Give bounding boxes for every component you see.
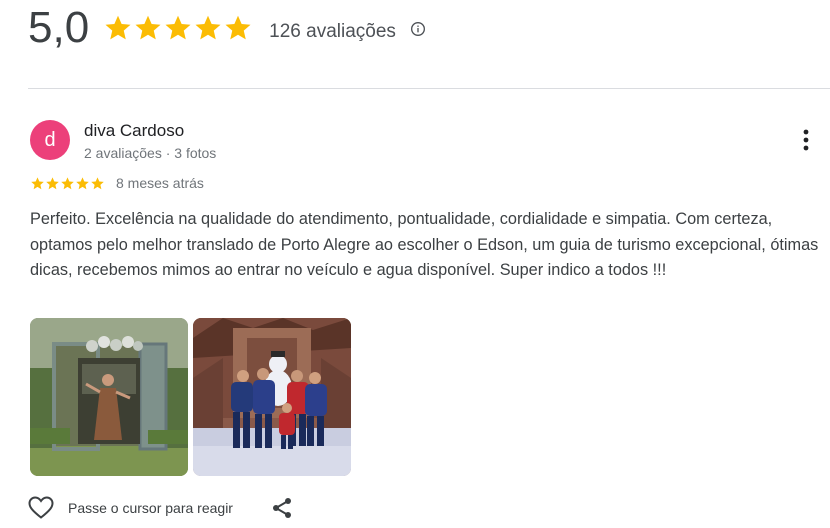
photo-snow-park-group-image (193, 318, 351, 476)
star-icon (135, 15, 161, 40)
star-icon (76, 176, 89, 189)
rating-summary: 5,0 126 avaliações (28, 0, 426, 56)
star-icon (195, 15, 221, 40)
star-icon (225, 15, 251, 40)
review-time: 8 meses atrás (116, 175, 204, 191)
heart-icon[interactable] (28, 496, 54, 520)
star-icon (31, 176, 44, 189)
star-icon (91, 176, 104, 189)
review-rating-row: 8 meses atrás (30, 175, 204, 191)
star-icon (105, 15, 131, 40)
reviewer-name[interactable]: diva Cardoso (84, 121, 184, 141)
review-stars (30, 176, 105, 191)
reviewer-meta: 2 avaliações · 3 fotos (84, 145, 217, 161)
more-options-icon[interactable] (796, 126, 816, 154)
avatar[interactable]: d (30, 120, 70, 160)
review-text: Perfeito. Excelência na qualidade do ate… (30, 210, 819, 279)
react-label: Passe o cursor para reagir (68, 500, 233, 516)
review-actions: Passe o cursor para reagir (28, 496, 293, 520)
star-icon (61, 176, 74, 189)
info-icon[interactable] (410, 21, 426, 37)
review-photo-snow-park-group[interactable] (193, 318, 351, 476)
review-photo-garden-door[interactable] (30, 318, 188, 476)
star-icon (165, 15, 191, 40)
share-icon[interactable] (271, 497, 293, 519)
average-score: 5,0 (28, 3, 90, 52)
average-stars (103, 13, 253, 43)
photo-garden-door-image (30, 318, 188, 476)
review-count[interactable]: 126 avaliações (269, 21, 396, 43)
divider (28, 88, 830, 89)
star-icon (46, 176, 59, 189)
